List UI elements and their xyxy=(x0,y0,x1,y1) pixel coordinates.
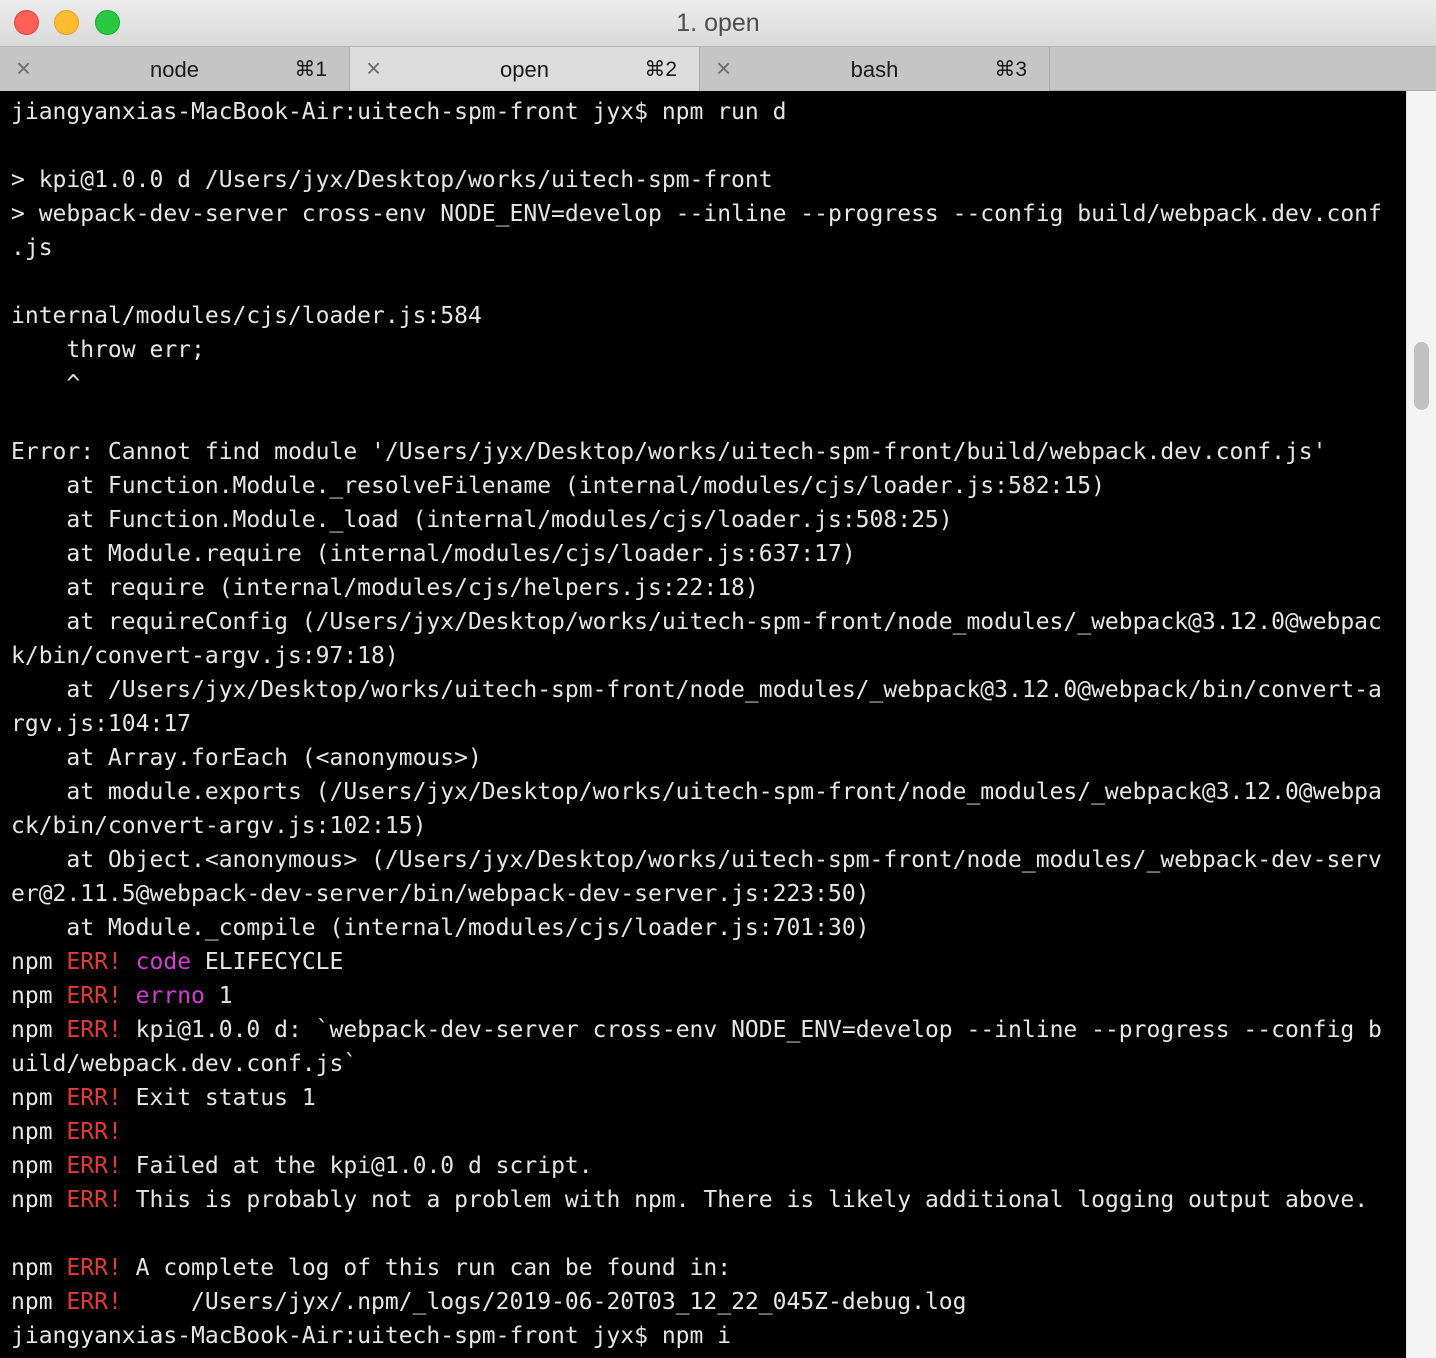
line-text: ^ xyxy=(11,371,81,397)
line-text: /Users/jyx/.npm/_logs/2019-06-20T03_12_2… xyxy=(135,1289,967,1315)
tab-bash[interactable]: × bash ⌘3 xyxy=(700,47,1050,91)
terminal-line: at requireConfig (/Users/jyx/Desktop/wor… xyxy=(11,605,1382,639)
terminal-line: at require (internal/modules/cjs/helpers… xyxy=(11,571,759,605)
terminal-line: npm ERR! code ELIFECYCLE xyxy=(11,945,343,979)
npm-prefix: npm xyxy=(11,1085,53,1111)
line-text: throw err; xyxy=(11,337,205,363)
terminal-line: npm ERR! xyxy=(11,1115,136,1149)
err-label: ERR! xyxy=(66,1017,122,1043)
line-text: Error: Cannot find module '/Users/jyx/De… xyxy=(11,439,1327,465)
line-text: This is probably not a problem with npm.… xyxy=(135,1187,1369,1213)
err-label: ERR! xyxy=(66,1187,122,1213)
line-text: k/bin/convert-argv.js:97:18) xyxy=(11,643,399,669)
scrollbar-thumb[interactable] xyxy=(1414,342,1429,410)
terminal-line: at Object.<anonymous> (/Users/jyx/Deskto… xyxy=(11,843,1382,877)
line-text: at Object.<anonymous> (/Users/jyx/Deskto… xyxy=(11,847,1382,873)
err-label: ERR! xyxy=(66,1085,122,1111)
terminal-line: > webpack-dev-server cross-env NODE_ENV=… xyxy=(11,197,1382,231)
npm-prefix: npm xyxy=(11,1153,53,1179)
terminal-line: at Function.Module._load (internal/modul… xyxy=(11,503,953,537)
line-text: uild/webpack.dev.conf.js` xyxy=(11,1051,358,1077)
line-text: > kpi@1.0.0 d /Users/jyx/Desktop/works/u… xyxy=(11,167,773,193)
line-text: ck/bin/convert-argv.js:102:15) xyxy=(11,813,427,839)
terminal-line: at Module.require (internal/modules/cjs/… xyxy=(11,537,856,571)
terminal-line: npm ERR! This is probably not a problem … xyxy=(11,1183,1368,1217)
terminal-line: er@2.11.5@webpack-dev-server/bin/webpack… xyxy=(11,877,870,911)
npm-prefix: npm xyxy=(11,1187,53,1213)
line-text: jiangyanxias-MacBook-Air:uitech-spm-fron… xyxy=(11,99,787,125)
title-bar: 1. open xyxy=(0,0,1436,46)
terminal-line: rgv.js:104:17 xyxy=(11,707,191,741)
tab-bar: × node ⌘1 × open ⌘2 × bash ⌘3 xyxy=(0,46,1436,91)
scrollbar-track[interactable] xyxy=(1406,91,1436,1358)
terminal-line: npm ERR! errno 1 xyxy=(11,979,233,1013)
tab-shortcut: ⌘3 xyxy=(994,58,1027,81)
line-text: Exit status 1 xyxy=(135,1085,316,1111)
err-label: ERR! xyxy=(66,983,122,1009)
tab-open[interactable]: × open ⌘2 xyxy=(350,47,700,91)
terminal-line: at Module._compile (internal/modules/cjs… xyxy=(11,911,870,945)
terminal-line: npm ERR! Exit status 1 xyxy=(11,1081,316,1115)
window-title: 1. open xyxy=(676,9,760,37)
line-text: at Function.Module._load (internal/modul… xyxy=(11,507,953,533)
line-text: ELIFECYCLE xyxy=(204,949,344,975)
terminal-line: at Function.Module._resolveFilename (int… xyxy=(11,469,1105,503)
line-text: at Module._compile (internal/modules/cjs… xyxy=(11,915,870,941)
npm-prefix: npm xyxy=(11,1017,53,1043)
line-text: jiangyanxias-MacBook-Air:uitech-spm-fron… xyxy=(11,1323,732,1349)
terminal-line: ^ xyxy=(11,367,80,401)
line-text: at require (internal/modules/cjs/helpers… xyxy=(11,575,759,601)
line-text: internal/modules/cjs/loader.js:584 xyxy=(11,303,482,329)
err-key: code xyxy=(135,949,192,975)
err-label: ERR! xyxy=(66,949,122,975)
terminal-line: npm ERR! Failed at the kpi@1.0.0 d scrip… xyxy=(11,1149,593,1183)
terminal-line: at /Users/jyx/Desktop/works/uitech-spm-f… xyxy=(11,673,1382,707)
line-text: at Array.forEach (<anonymous>) xyxy=(11,745,482,771)
tab-shortcut: ⌘2 xyxy=(644,58,677,81)
terminal-window: 1. open × node ⌘1 × open ⌘2 × bash ⌘3 ji… xyxy=(0,0,1436,1358)
terminal-output[interactable]: jiangyanxias-MacBook-Air:uitech-spm-fron… xyxy=(0,91,1406,1358)
line-text: > webpack-dev-server cross-env NODE_ENV=… xyxy=(11,201,1382,227)
line-text: er@2.11.5@webpack-dev-server/bin/webpack… xyxy=(11,881,870,907)
tab-shortcut: ⌘1 xyxy=(294,58,327,81)
terminal-line: at module.exports (/Users/jyx/Desktop/wo… xyxy=(11,775,1382,809)
line-text: at Function.Module._resolveFilename (int… xyxy=(11,473,1105,499)
terminal-line: .js xyxy=(11,231,53,265)
terminal-line: > kpi@1.0.0 d /Users/jyx/Desktop/works/u… xyxy=(11,163,773,197)
line-text: at Module.require (internal/modules/cjs/… xyxy=(11,541,856,567)
terminal-line: jiangyanxias-MacBook-Air:uitech-spm-fron… xyxy=(11,95,786,129)
line-text: rgv.js:104:17 xyxy=(11,711,192,737)
npm-prefix: npm xyxy=(11,949,53,975)
line-text: .js xyxy=(11,235,53,261)
line-text: 1 xyxy=(218,983,233,1009)
terminal-line: k/bin/convert-argv.js:97:18) xyxy=(11,639,399,673)
line-text: at module.exports (/Users/jyx/Desktop/wo… xyxy=(11,779,1382,805)
npm-prefix: npm xyxy=(11,1255,53,1281)
terminal-line: throw err; xyxy=(11,333,205,367)
line-text: Failed at the kpi@1.0.0 d script. xyxy=(135,1153,593,1179)
line-text: kpi@1.0.0 d: `webpack-dev-server cross-e… xyxy=(135,1017,1382,1043)
npm-prefix: npm xyxy=(11,1289,53,1315)
err-label: ERR! xyxy=(66,1153,122,1179)
npm-prefix: npm xyxy=(11,1119,53,1145)
err-label: ERR! xyxy=(66,1119,122,1145)
line-text: at /Users/jyx/Desktop/works/uitech-spm-f… xyxy=(11,677,1382,703)
terminal-line: npm ERR! /Users/jyx/.npm/_logs/2019-06-2… xyxy=(11,1285,967,1319)
err-label: ERR! xyxy=(66,1255,122,1281)
terminal-line: internal/modules/cjs/loader.js:584 xyxy=(11,299,482,333)
terminal-line: uild/webpack.dev.conf.js` xyxy=(11,1047,357,1081)
err-key: errno xyxy=(135,983,205,1009)
tab-node[interactable]: × node ⌘1 xyxy=(0,47,350,91)
terminal-line: at Array.forEach (<anonymous>) xyxy=(11,741,482,775)
err-label: ERR! xyxy=(66,1289,122,1315)
line-text: at requireConfig (/Users/jyx/Desktop/wor… xyxy=(11,609,1382,635)
line-text: A complete log of this run can be found … xyxy=(135,1255,732,1281)
terminal-line: jiangyanxias-MacBook-Air:uitech-spm-fron… xyxy=(11,1319,731,1353)
terminal-line: npm ERR! kpi@1.0.0 d: `webpack-dev-serve… xyxy=(11,1013,1382,1047)
terminal-line: Error: Cannot find module '/Users/jyx/De… xyxy=(11,435,1326,469)
npm-prefix: npm xyxy=(11,983,53,1009)
terminal-line: npm ERR! A complete log of this run can … xyxy=(11,1251,731,1285)
terminal-line: ck/bin/convert-argv.js:102:15) xyxy=(11,809,426,843)
